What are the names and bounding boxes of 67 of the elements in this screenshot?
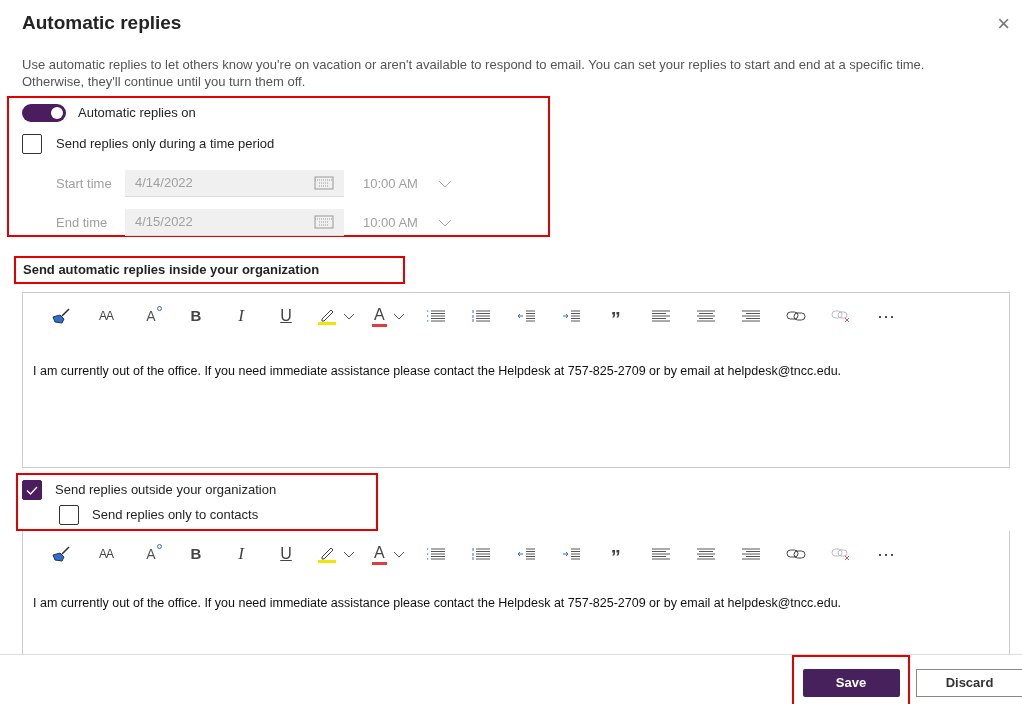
field-label: Start time [55,174,113,193]
bulleted-list-icon [426,548,445,560]
field-label: End time [55,213,109,232]
checkbox[interactable] [59,505,79,525]
underline-button[interactable]: U [272,540,300,568]
italic-button[interactable]: I [227,540,255,568]
section-heading: Send automatic replies inside your organization [23,261,320,280]
text-effects-button[interactable]: A [137,302,165,330]
align-left-icon [651,310,670,322]
align-left-icon [651,548,670,560]
link-icon [785,548,806,560]
text-effects-button[interactable]: A [137,540,165,568]
message-editor[interactable]: AA A B I U A ” ⋯ I am currently out of the office. If you need immediate assistance please contact the Helpdesk at 757-825-2709 or by email at helpdesk@tncc.edu. [22,531,1010,654]
paint-brush-icon [51,546,71,562]
chevron-down-icon [437,179,452,188]
numbered-list-icon [471,310,490,322]
checkbox-label: Send replies only during a time period [56,135,275,154]
caret-icon [343,312,355,320]
indent-icon [561,548,580,560]
font-size-button[interactable]: AA [92,302,120,330]
align-right-icon [741,310,760,322]
caret-icon [392,550,405,558]
outdent-icon [516,548,535,560]
unlink-icon [830,547,851,561]
toggle-knob [51,107,63,119]
align-center-icon [696,310,715,322]
save-button[interactable]: Save [802,669,900,697]
checkmark-icon [26,485,38,495]
toggle-switch[interactable] [22,104,66,122]
quote-button[interactable]: ” [601,540,630,568]
caret-icon [392,312,405,320]
caret-icon [343,550,355,558]
align-center-icon [696,548,715,560]
unlink-icon [830,309,851,323]
italic-button[interactable]: I [227,302,255,330]
dialog-title: Automatic replies [22,10,182,35]
paint-brush-icon [51,308,71,324]
more-button[interactable]: ⋯ [871,302,900,330]
font-size-button[interactable]: AA [92,540,120,568]
more-button[interactable]: ⋯ [871,540,900,568]
link-icon [785,310,806,322]
bold-button[interactable]: B [182,302,210,330]
toggle-label: Automatic replies on [78,104,196,123]
font-color-button[interactable]: A [372,540,405,568]
message-editor[interactable]: AA A B I U A ” ⋯ I am currently out of the office. If you need immediate assistance please contact the Helpdesk at 757-825-2709 or by email at helpdesk@tncc.edu. [22,292,1010,468]
message-text: I am currently out of the office. If you need immediate assistance please contact the Helpdesk at 757-825-2709 or by email at helpdesk@tncc.edu. [32,363,843,380]
indent-icon [561,310,580,322]
quote-button[interactable]: ” [601,302,630,330]
checkbox-label: Send replies outside your organization [55,481,277,500]
calendar-icon [314,176,334,190]
underline-button[interactable]: U [272,302,300,330]
checkbox[interactable] [22,480,42,500]
bold-button[interactable]: B [182,540,210,568]
calendar-icon [314,215,334,229]
description: Use automatic replies to let others know you're on vacation or aren't available to respond to email. You can set your replies to start and end at a specific time. Otherwise, they'll continue until you turn them off. [21,56,926,90]
chevron-down-icon [437,218,452,227]
align-right-icon [741,548,760,560]
highlighter-icon [317,307,337,325]
highlighter-icon [317,545,337,563]
checkbox-label: Send replies only to contacts [92,506,259,525]
numbered-list-icon [471,548,490,560]
message-text: I am currently out of the office. If you need immediate assistance please contact the Helpdesk at 757-825-2709 or by email at helpdesk@tncc.edu. [32,595,843,612]
discard-button[interactable]: Discard [916,669,1022,697]
close-button[interactable]: × [997,6,1010,40]
outdent-icon [516,310,535,322]
font-color-button[interactable]: A [372,302,405,330]
bulleted-list-icon [426,310,445,322]
